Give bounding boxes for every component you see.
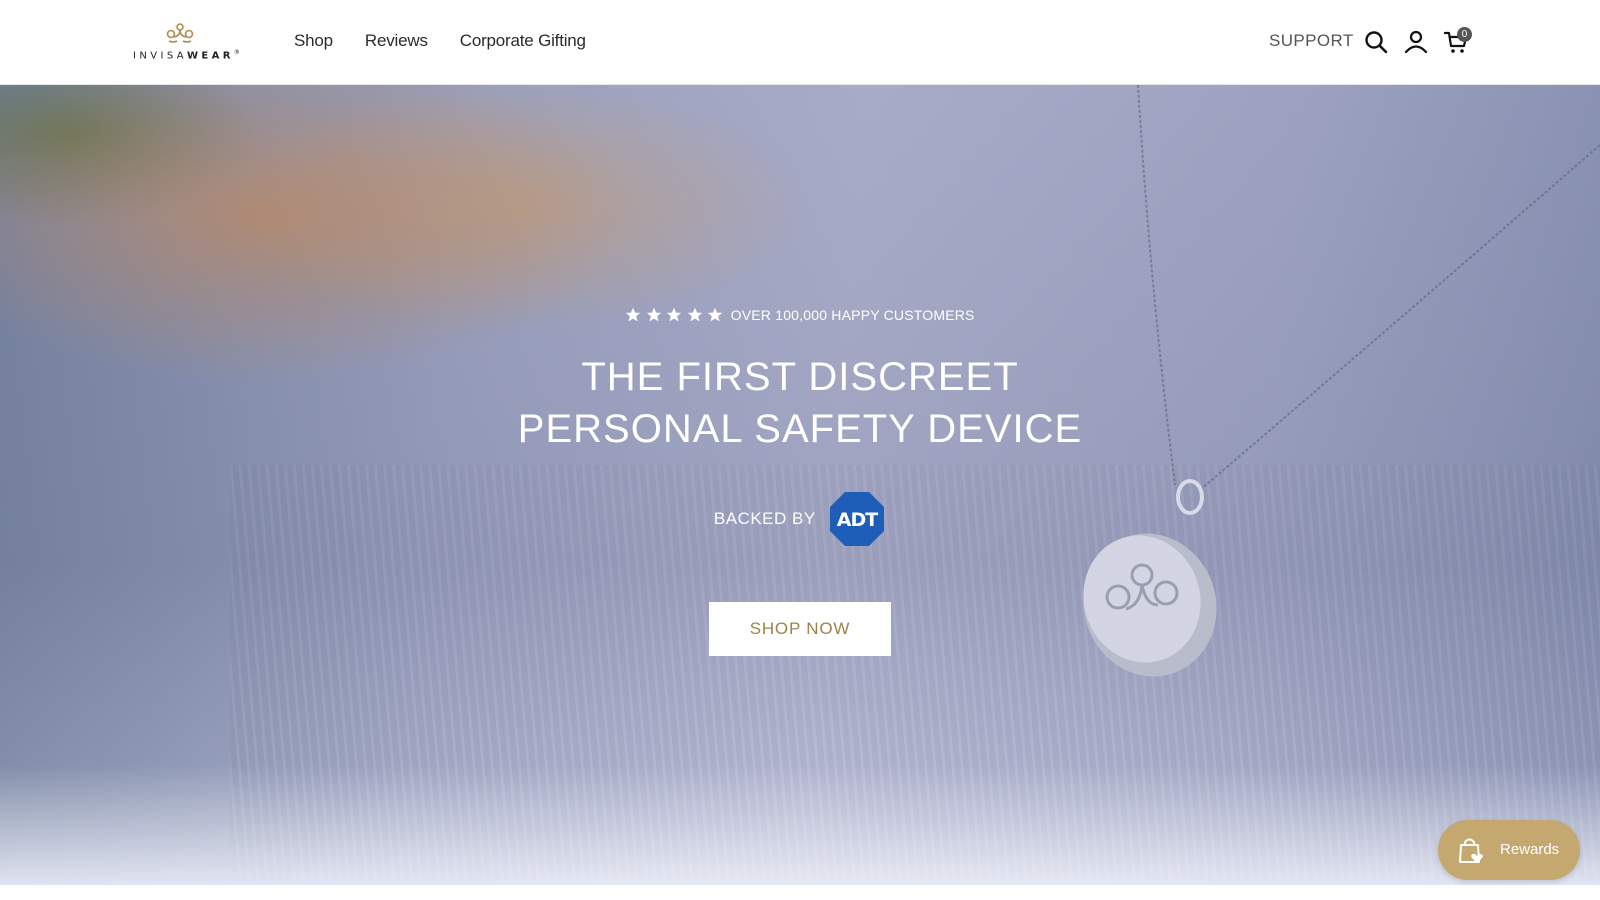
- nav-shop[interactable]: Shop: [294, 31, 333, 51]
- rating-stars: [625, 306, 723, 324]
- adt-logo: ADT: [830, 492, 885, 546]
- star-icon: [626, 307, 641, 322]
- rewards-button[interactable]: Rewards: [1438, 820, 1580, 880]
- hero-title: THE FIRST DISCREET PERSONAL SAFETY DEVIC…: [0, 351, 1600, 455]
- customer-rating: OVER 100,000 HAPPY CUSTOMERS: [0, 306, 1600, 324]
- hero-banner: OVER 100,000 HAPPY CUSTOMERS THE FIRST D…: [0, 85, 1600, 885]
- shopping-bag-heart-icon: [1459, 838, 1483, 863]
- backed-by-row: BACKED BY ADT: [0, 490, 1600, 548]
- shop-now-button[interactable]: SHOP NOW: [709, 602, 891, 656]
- rating-text: OVER 100,000 HAPPY CUSTOMERS: [730, 307, 975, 323]
- account-icon: [1404, 30, 1428, 54]
- site-header: INVISAWEAR® Shop Reviews Corporate Gifti…: [0, 0, 1600, 85]
- main-nav: Shop Reviews Corporate Gifting: [294, 31, 586, 51]
- star-icon: [667, 307, 682, 322]
- logo-mark-icon: [166, 23, 194, 43]
- logo-wordmark: INVISAWEAR®: [133, 49, 240, 62]
- support-link[interactable]: SUPPORT: [1269, 31, 1354, 51]
- search-button[interactable]: [1363, 29, 1389, 55]
- search-icon: [1365, 31, 1388, 54]
- cart-count-badge: 0: [1457, 27, 1472, 42]
- svg-text:ADT: ADT: [837, 509, 878, 531]
- star-icon: [687, 307, 702, 322]
- account-button[interactable]: [1403, 29, 1429, 55]
- rewards-label: Rewards: [1500, 841, 1560, 858]
- hero-title-line2: PERSONAL SAFETY DEVICE: [517, 407, 1083, 451]
- star-icon: [707, 307, 723, 322]
- nav-corporate-gifting[interactable]: Corporate Gifting: [460, 31, 586, 51]
- star-icon: [646, 307, 662, 322]
- backed-by-label: BACKED BY: [713, 509, 816, 528]
- invisawear-logo[interactable]: INVISAWEAR®: [131, 22, 240, 62]
- nav-reviews[interactable]: Reviews: [365, 31, 428, 51]
- hero-title-line1: THE FIRST DISCREET: [581, 355, 1019, 399]
